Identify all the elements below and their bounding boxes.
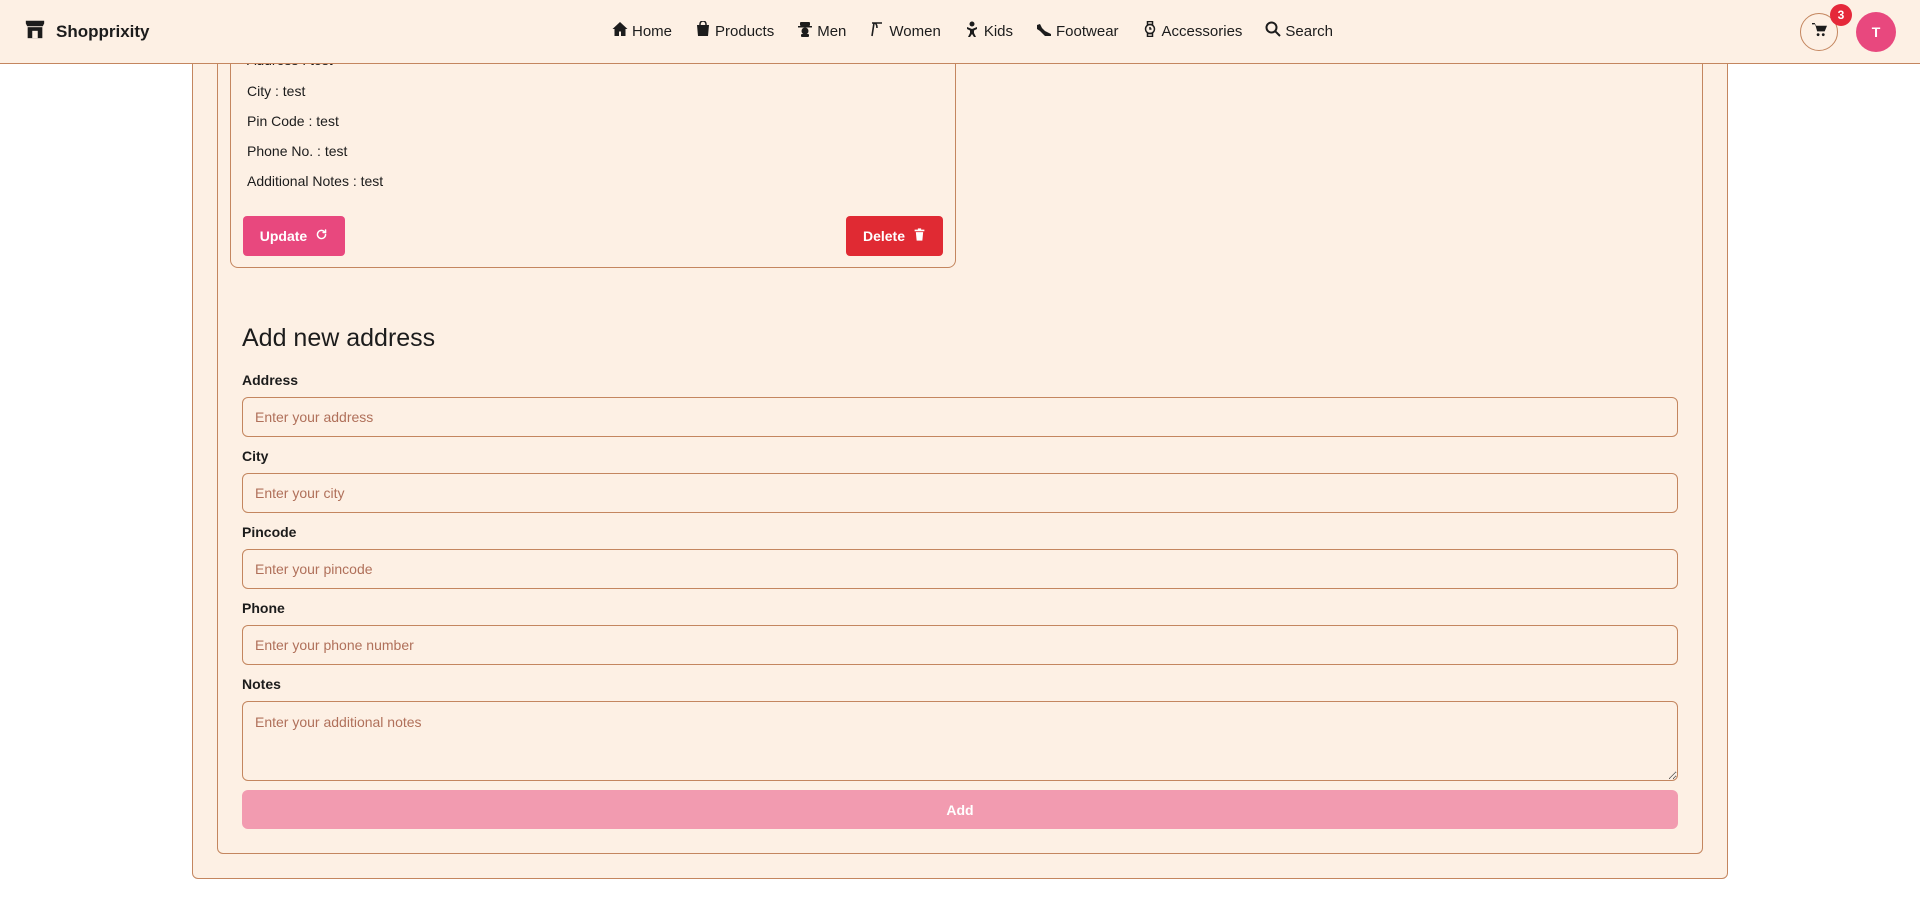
user-avatar[interactable]: T bbox=[1856, 12, 1896, 52]
man-icon bbox=[797, 21, 813, 41]
nav-accessories[interactable]: Accessories bbox=[1142, 20, 1243, 41]
refresh-icon bbox=[315, 228, 328, 244]
brand-logo[interactable]: Shopprixity bbox=[24, 18, 150, 45]
nav-footwear-label: Footwear bbox=[1056, 22, 1119, 40]
watch-icon bbox=[1142, 20, 1158, 41]
address-label: Address bbox=[242, 372, 299, 388]
shopping-bag-icon bbox=[695, 20, 711, 41]
address-input[interactable] bbox=[242, 397, 1678, 437]
nav-search-label: Search bbox=[1285, 22, 1333, 40]
phone-input[interactable] bbox=[242, 625, 1678, 665]
nav-home-label: Home bbox=[632, 22, 673, 40]
nav-kids-label: Kids bbox=[983, 22, 1014, 40]
phone-line: Phone No. : test bbox=[247, 143, 348, 159]
store-icon bbox=[24, 18, 46, 45]
nav-men[interactable]: Men bbox=[797, 21, 846, 41]
delete-button-label: Delete bbox=[862, 228, 906, 244]
update-button[interactable]: Update bbox=[243, 216, 345, 256]
city-label: City bbox=[242, 448, 269, 464]
pincode-line: Pin Code : test bbox=[247, 113, 339, 129]
notes-label: Notes bbox=[242, 676, 281, 692]
pincode-input[interactable] bbox=[242, 549, 1678, 589]
city-input[interactable] bbox=[242, 473, 1678, 513]
home-icon bbox=[612, 21, 628, 41]
cart-count-badge: 3 bbox=[1830, 4, 1852, 26]
update-button-label: Update bbox=[259, 228, 308, 244]
nav-kids[interactable]: Kids bbox=[964, 21, 1013, 41]
woman-icon bbox=[869, 21, 885, 41]
main-nav: Home Products Men Women Kids Footwear Ac… bbox=[612, 20, 1356, 41]
trash-icon bbox=[913, 228, 926, 244]
cart-icon bbox=[1811, 22, 1827, 42]
nav-accessories-label: Accessories bbox=[1161, 22, 1243, 40]
brand-name: Shopprixity bbox=[56, 21, 150, 41]
nav-men-label: Men bbox=[817, 22, 847, 40]
add-address-heading: Add new address bbox=[242, 324, 436, 352]
pincode-label: Pincode bbox=[242, 524, 297, 540]
nav-products[interactable]: Products bbox=[695, 20, 775, 41]
top-navbar: Shopprixity Home Products Men Women Kids… bbox=[0, 0, 1920, 64]
add-address-button[interactable]: Add bbox=[242, 790, 1678, 829]
shoe-icon bbox=[1036, 21, 1052, 41]
delete-button[interactable]: Delete bbox=[846, 216, 943, 256]
phone-label: Phone bbox=[242, 600, 285, 616]
search-icon bbox=[1265, 21, 1282, 41]
nav-home[interactable]: Home bbox=[612, 21, 672, 41]
city-line: City : test bbox=[247, 83, 306, 99]
notes-textarea[interactable] bbox=[242, 701, 1678, 781]
nav-women[interactable]: Women bbox=[869, 21, 941, 41]
child-icon bbox=[964, 21, 980, 41]
nav-women-label: Women bbox=[889, 22, 941, 40]
notes-line: Additional Notes : test bbox=[247, 173, 384, 189]
nav-products-label: Products bbox=[715, 22, 775, 40]
nav-footwear[interactable]: Footwear bbox=[1036, 21, 1119, 41]
nav-search[interactable]: Search bbox=[1265, 21, 1333, 41]
